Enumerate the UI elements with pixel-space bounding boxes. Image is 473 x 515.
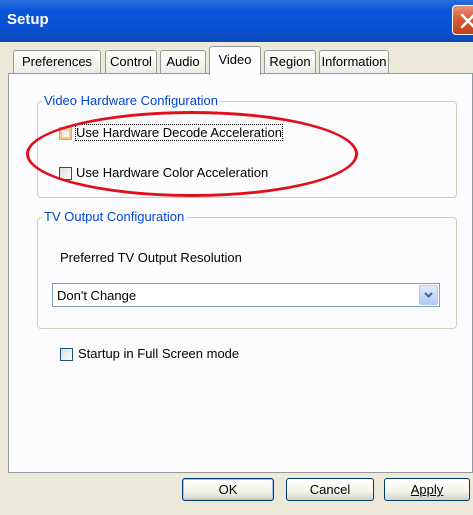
apply-button[interactable]: Apply (384, 478, 470, 501)
ok-button[interactable]: OK (182, 478, 274, 501)
setup-dialog: Setup Preferences Control Audio Video Re… (0, 0, 473, 515)
tab-label: Information (321, 54, 387, 69)
fullscreen-checkbox[interactable] (60, 348, 73, 361)
tab-control[interactable]: Control (105, 50, 157, 73)
hardware-color-checkbox[interactable] (59, 167, 72, 180)
cancel-button[interactable]: Cancel (286, 478, 374, 501)
cancel-label: Cancel (309, 482, 351, 497)
tab-audio[interactable]: Audio (160, 50, 206, 73)
video-hardware-legend: Video Hardware Configuration (42, 93, 220, 108)
hardware-decode-checkbox[interactable] (59, 127, 72, 140)
fullscreen-label[interactable]: Startup in Full Screen mode (78, 346, 239, 361)
tab-preferences[interactable]: Preferences (13, 50, 101, 73)
apply-label: Apply (410, 482, 444, 497)
tab-label: Region (269, 54, 311, 69)
tv-resolution-select[interactable]: Don't Change (52, 283, 440, 307)
tab-information[interactable]: Information (319, 50, 389, 73)
ok-label: OK (218, 482, 238, 497)
tv-output-legend: TV Output Configuration (42, 209, 187, 224)
hardware-color-label[interactable]: Use Hardware Color Acceleration (76, 165, 268, 180)
title-bar[interactable]: Setup (0, 0, 473, 42)
close-icon (460, 13, 473, 29)
video-hardware-group: Video Hardware Configuration (37, 93, 457, 198)
tab-label: Video (218, 52, 252, 67)
tv-output-group: TV Output Configuration (37, 209, 457, 329)
tv-resolution-label: Preferred TV Output Resolution (60, 250, 242, 265)
tv-resolution-value: Don't Change (57, 288, 137, 303)
dropdown-button[interactable] (419, 285, 438, 305)
close-button[interactable] (452, 5, 473, 35)
tab-label: Control (110, 54, 152, 69)
window-title: Setup (7, 11, 49, 28)
tab-label: Audio (166, 54, 200, 69)
tab-region[interactable]: Region (264, 50, 316, 73)
chevron-down-icon (424, 292, 433, 298)
tab-label: Preferences (21, 54, 93, 69)
tab-video[interactable]: Video (209, 46, 261, 75)
hardware-decode-label[interactable]: Use Hardware Decode Acceleration (75, 124, 283, 141)
